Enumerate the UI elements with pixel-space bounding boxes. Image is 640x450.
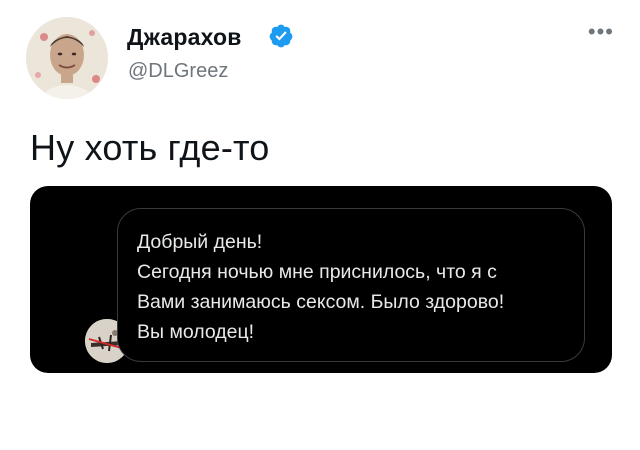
message-line: Вы молодец!: [137, 321, 255, 343]
message-line: Вами занимаюсь сексом. Было здорово!: [137, 291, 505, 313]
tweet-text: Ну хоть где-то: [30, 127, 270, 168]
more-options-icon[interactable]: •••: [588, 21, 614, 43]
author-name[interactable]: Джарахов: [127, 24, 242, 51]
author-avatar[interactable]: [26, 17, 108, 99]
message-text: Добрый день! Сегодня ночью мне приснилос…: [137, 227, 567, 347]
author-handle[interactable]: @DLGreez: [128, 60, 228, 83]
message-line: Сегодня ночью мне приснилось, что я с: [137, 261, 497, 283]
message-line: Добрый день!: [137, 231, 263, 253]
verified-badge-icon: [269, 24, 293, 48]
author-avatar-image: [26, 17, 108, 99]
tweet: Джарахов @DLGreez ••• Ну хоть где-то Доб…: [0, 0, 640, 450]
